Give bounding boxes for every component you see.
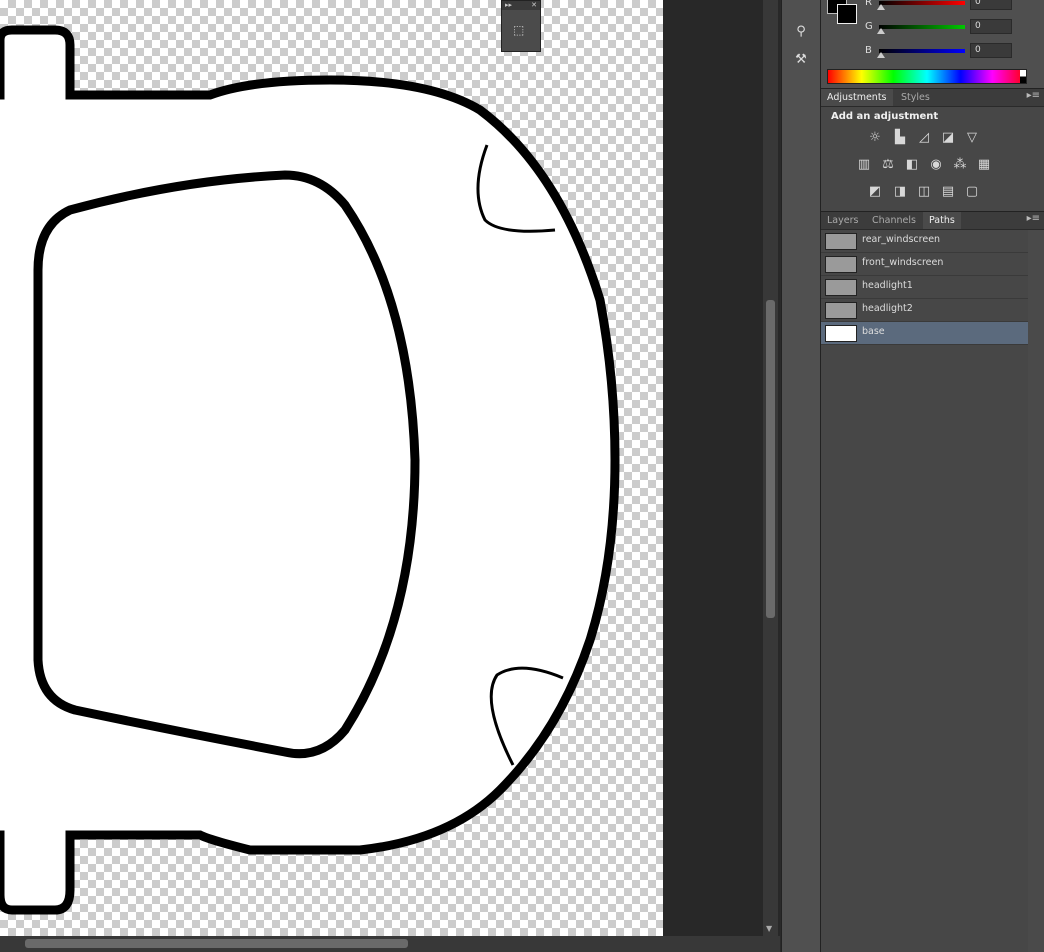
red-channel-label: R xyxy=(865,0,872,8)
collapse-icon[interactable]: ▸▸ xyxy=(505,1,512,10)
green-value-field[interactable]: 0 xyxy=(970,19,1012,34)
red-channel-row: R 0 xyxy=(865,0,1044,11)
path-name: base xyxy=(862,326,885,337)
photo-filter-icon[interactable]: ◉ xyxy=(928,157,944,173)
blue-channel-label: B xyxy=(865,45,872,56)
tool-presets-icon[interactable]: ⚒ xyxy=(792,52,810,70)
color-panel: R 0 G 0 B 0 xyxy=(821,0,1044,88)
horizontal-scrollbar[interactable] xyxy=(0,936,780,952)
black-white-icon[interactable]: ◧ xyxy=(904,157,920,173)
vertical-scroll-thumb[interactable] xyxy=(766,300,775,618)
background-color-swatch[interactable] xyxy=(837,4,857,24)
path-thumbnail xyxy=(825,233,857,250)
path-row-headlight1[interactable]: headlight1 xyxy=(821,276,1028,299)
path-thumbnail xyxy=(825,302,857,319)
hue-saturation-icon[interactable]: ▥ xyxy=(856,157,872,173)
right-panels: R 0 G 0 B 0 Adjustments Styles ▸≡ Add an… xyxy=(821,0,1044,952)
path-row-headlight2[interactable]: headlight2 xyxy=(821,299,1028,322)
adjustments-tabbar: Adjustments Styles ▸≡ xyxy=(821,88,1044,107)
panel-toolstrip: ⚲ ⚒ xyxy=(781,0,821,952)
invert-icon[interactable]: ◩ xyxy=(867,184,883,200)
canvas-area[interactable]: ▸▸ ✕ ⬚ ▼ xyxy=(0,0,780,952)
vibrance-icon[interactable]: ▽ xyxy=(964,130,980,146)
tab-layers[interactable]: Layers xyxy=(821,212,864,229)
adjustments-heading: Add an adjustment xyxy=(831,111,939,122)
path-name: front_windscreen xyxy=(862,257,944,268)
tab-styles[interactable]: Styles xyxy=(895,89,936,106)
panel-menu-icon[interactable]: ▸≡ xyxy=(1027,90,1040,101)
levels-icon[interactable]: ▙ xyxy=(892,130,908,146)
threshold-icon[interactable]: ◫ xyxy=(916,184,932,200)
path-thumbnail xyxy=(825,256,857,273)
green-channel-label: G xyxy=(865,21,873,32)
path-name: headlight2 xyxy=(862,303,913,314)
green-slider-handle[interactable] xyxy=(877,28,885,34)
tab-adjustments[interactable]: Adjustments xyxy=(821,89,893,106)
panel-menu-icon[interactable]: ▸≡ xyxy=(1027,213,1040,224)
curves-icon[interactable]: ◿ xyxy=(916,130,932,146)
path-row-front-windscreen[interactable]: front_windscreen xyxy=(821,253,1028,276)
channel-mixer-icon[interactable]: ⁂ xyxy=(952,157,968,173)
scroll-down-icon[interactable]: ▼ xyxy=(766,924,772,933)
gradient-map-icon[interactable]: ▤ xyxy=(940,184,956,200)
document-canvas[interactable] xyxy=(0,0,663,936)
vertical-scrollbar[interactable]: ▼ xyxy=(763,0,778,936)
selective-color-icon[interactable]: ▢ xyxy=(964,184,980,200)
float-panel-bar[interactable]: ▸▸ ✕ xyxy=(502,1,540,10)
blue-channel-row: B 0 xyxy=(865,43,1044,59)
tab-paths[interactable]: Paths xyxy=(923,212,961,229)
paths-scrollbar[interactable] xyxy=(1028,230,1044,952)
blue-slider-handle[interactable] xyxy=(877,52,885,58)
path-name: headlight1 xyxy=(862,280,913,291)
red-slider-track[interactable] xyxy=(879,1,965,5)
color-lookup-icon[interactable]: ▦ xyxy=(976,157,992,173)
path-row-base[interactable]: base xyxy=(821,322,1028,345)
tab-channels[interactable]: Channels xyxy=(866,212,922,229)
green-channel-row: G 0 xyxy=(865,19,1044,35)
green-slider-track[interactable] xyxy=(879,25,965,29)
front-windscreen-path xyxy=(33,170,420,759)
color-spectrum-bar[interactable] xyxy=(827,69,1027,84)
brightness-icon[interactable]: ☼ xyxy=(867,130,883,146)
posterize-icon[interactable]: ◨ xyxy=(892,184,908,200)
path-name: rear_windscreen xyxy=(862,234,941,245)
path-thumbnail xyxy=(825,325,857,342)
blue-value-field[interactable]: 0 xyxy=(970,43,1012,58)
blue-slider-track[interactable] xyxy=(879,49,965,53)
3d-cube-icon[interactable]: ⬚ xyxy=(513,23,529,39)
close-icon[interactable]: ✕ xyxy=(531,1,537,10)
exposure-icon[interactable]: ◪ xyxy=(940,130,956,146)
black-white-ramp[interactable] xyxy=(1020,70,1026,83)
brush-presets-icon[interactable]: ⚲ xyxy=(792,24,810,42)
color-balance-icon[interactable]: ⚖ xyxy=(880,157,896,173)
path-thumbnail xyxy=(825,279,857,296)
red-slider-handle[interactable] xyxy=(877,4,885,10)
horizontal-scroll-thumb[interactable] xyxy=(25,939,408,948)
path-row-rear-windscreen[interactable]: rear_windscreen xyxy=(821,230,1028,253)
car-drawing xyxy=(0,25,620,915)
floating-3d-panel: ▸▸ ✕ ⬚ xyxy=(501,0,541,52)
red-value-field[interactable]: 0 xyxy=(970,0,1012,10)
paths-tabbar: Layers Channels Paths ▸≡ xyxy=(821,211,1044,230)
